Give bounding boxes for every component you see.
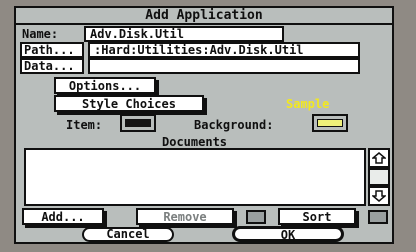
move-up-button[interactable] (246, 210, 266, 224)
add-button[interactable]: Add... (22, 208, 104, 225)
remove-button[interactable]: Remove (136, 208, 234, 225)
sort-button[interactable]: Sort (278, 208, 356, 225)
scroll-down-button[interactable] (368, 186, 390, 206)
name-label: Name: (22, 27, 59, 41)
data-field[interactable] (88, 58, 360, 74)
move-down-button[interactable] (368, 210, 388, 224)
screen: Add Application Name: Adv.Disk.Util Path… (0, 0, 416, 252)
data-button[interactable]: Data... (20, 58, 84, 74)
dialog-title: Add Application (16, 8, 392, 25)
cancel-button[interactable]: Cancel (82, 227, 174, 242)
scroll-up-button[interactable] (368, 148, 390, 168)
item-label: Item: (66, 118, 103, 132)
documents-label: Documents (162, 135, 228, 149)
ok-button[interactable]: OK (232, 226, 344, 242)
path-field[interactable]: :Hard:Utilities:Adv.Disk.Util (88, 42, 360, 58)
style-choices-button[interactable]: Style Choices (54, 95, 204, 112)
sample-text: Sample (286, 97, 330, 111)
documents-list[interactable] (24, 148, 366, 206)
background-label: Background: (194, 118, 274, 132)
up-arrow-icon (372, 152, 386, 164)
name-field[interactable]: Adv.Disk.Util (84, 26, 284, 42)
down-arrow-icon (372, 190, 386, 202)
background-color-swatch[interactable] (312, 114, 348, 132)
add-application-dialog: Add Application Name: Adv.Disk.Util Path… (14, 6, 394, 244)
options-button[interactable]: Options... (54, 77, 156, 94)
scroll-track[interactable] (368, 168, 390, 186)
path-button[interactable]: Path... (20, 42, 84, 58)
item-color-swatch[interactable] (120, 114, 156, 132)
